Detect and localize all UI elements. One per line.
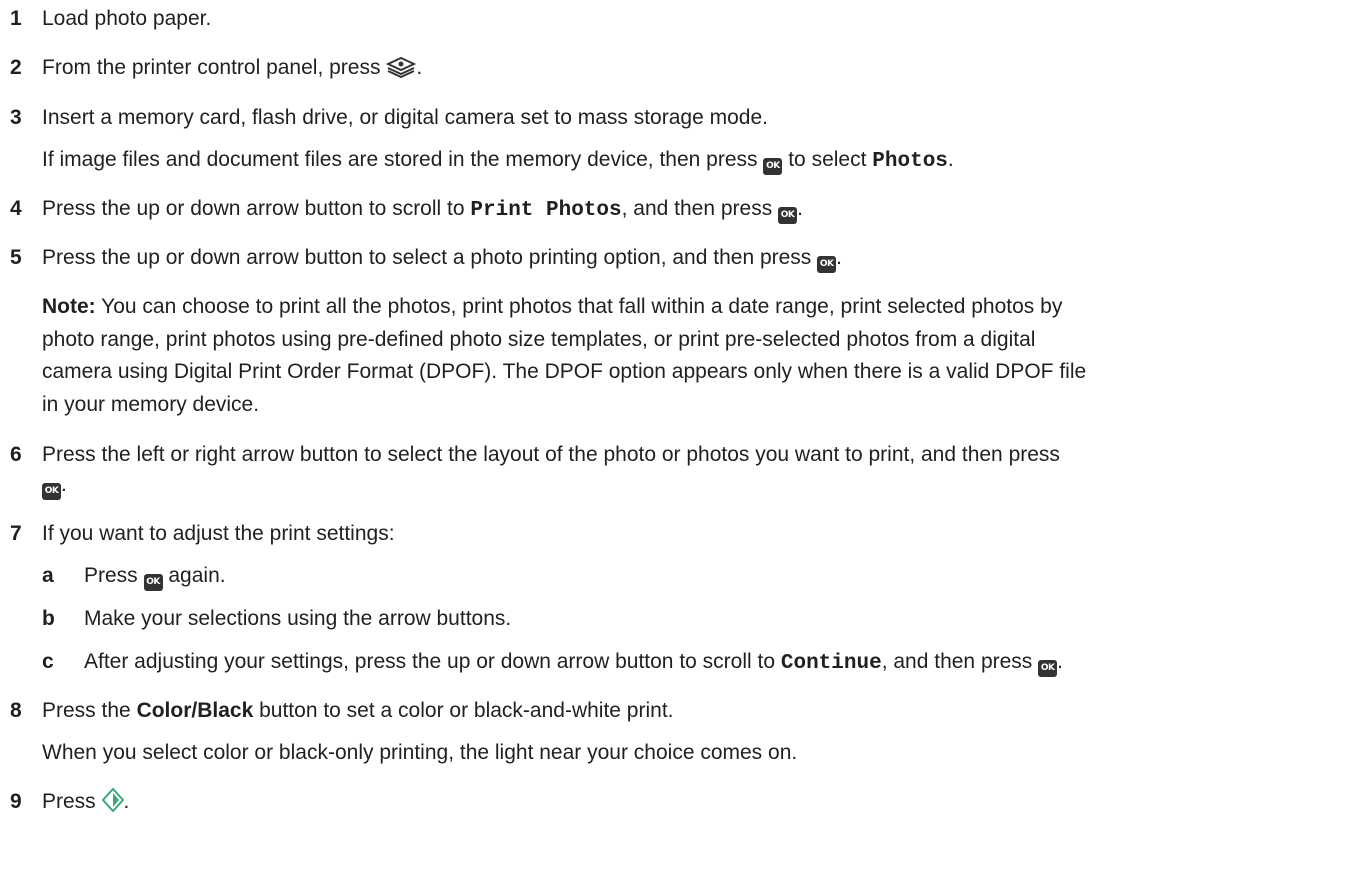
button-name: Color/Black bbox=[136, 699, 254, 722]
step-text: Load photo paper. bbox=[42, 7, 212, 30]
ok-button-icon: OK bbox=[143, 574, 163, 591]
step-number: 6 bbox=[10, 443, 22, 466]
step-number: 5 bbox=[10, 246, 22, 269]
ok-button-icon: OK bbox=[817, 256, 837, 273]
step-number: 1 bbox=[10, 7, 22, 30]
start-diamond-icon bbox=[101, 787, 124, 821]
ok-button-icon: OK bbox=[763, 158, 783, 175]
menu-option-code: Continue bbox=[780, 652, 882, 675]
ok-button-icon: OK bbox=[1038, 660, 1058, 677]
step-number: 9 bbox=[10, 790, 22, 813]
menu-option-code: Photos bbox=[872, 150, 948, 173]
photo-stack-icon bbox=[385, 56, 417, 87]
substep-letter: a bbox=[42, 564, 54, 587]
note-label: Note: bbox=[42, 295, 96, 318]
menu-option-code: Print Photos bbox=[470, 199, 622, 222]
step-number: 4 bbox=[10, 197, 22, 220]
step-text: Insert a memory card, flash drive, or di… bbox=[42, 106, 768, 129]
step-number: 3 bbox=[10, 106, 22, 129]
step-text: From the printer control panel, press bbox=[42, 56, 381, 79]
step-number: 8 bbox=[10, 699, 22, 722]
substep-letter: b bbox=[42, 607, 55, 630]
ok-button-icon: OK bbox=[778, 207, 798, 224]
step-number: 7 bbox=[10, 522, 22, 545]
ok-button-icon: OK bbox=[42, 483, 61, 500]
step-number: 2 bbox=[10, 56, 22, 79]
substep-letter: c bbox=[42, 650, 54, 673]
